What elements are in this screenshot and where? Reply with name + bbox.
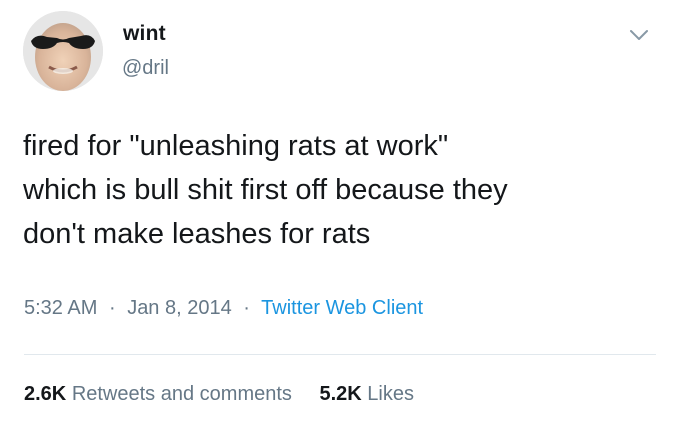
avatar[interactable]: [23, 11, 103, 91]
tweet-date[interactable]: Jan 8, 2014: [127, 297, 232, 319]
retweets-label: Retweets and comments: [71, 383, 292, 405]
tweet-card: wint @dril fired for "unleashing rats at…: [0, 0, 680, 438]
likes-count: 5.2K: [319, 383, 362, 405]
likes-label: Likes: [367, 383, 414, 405]
separator: ·: [108, 297, 116, 319]
engagement-stats: 2.6K Retweets and comments 5.2K Likes: [24, 383, 414, 406]
chevron-down-icon[interactable]: [628, 24, 650, 46]
separator: ·: [243, 297, 250, 319]
likes-stat[interactable]: 5.2K Likes: [319, 383, 414, 405]
tweet-text: fired for "unleashing rats at work" whic…: [23, 130, 508, 250]
user-handle[interactable]: @dril: [122, 57, 169, 80]
display-name[interactable]: wint: [123, 22, 166, 46]
retweets-stat[interactable]: 2.6K Retweets and comments: [24, 383, 297, 405]
tweet-time[interactable]: 5:32 AM: [24, 297, 97, 319]
tweet-metadata: 5:32 AM · Jan 8, 2014 · Twitter Web Clie…: [24, 297, 423, 320]
divider: [24, 354, 656, 355]
retweets-count: 2.6K: [24, 383, 67, 405]
client-link[interactable]: Twitter Web Client: [261, 297, 423, 319]
